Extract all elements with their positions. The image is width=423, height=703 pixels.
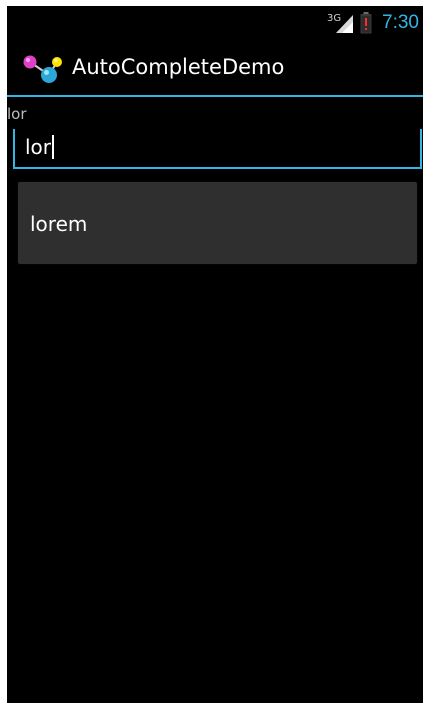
suggestion-item-label: lorem bbox=[30, 212, 88, 236]
input-value-text: lor bbox=[25, 135, 52, 159]
status-icons: 3G 7:30 bbox=[326, 6, 419, 39]
device-screen: 3G 7:30 AutoCompleteDemo lor lor lorem bbox=[7, 6, 423, 703]
status-bar: 3G 7:30 bbox=[7, 6, 423, 39]
battery-low-icon bbox=[360, 11, 372, 34]
autocomplete-input[interactable]: lor bbox=[13, 129, 422, 169]
action-bar: AutoCompleteDemo bbox=[7, 39, 423, 97]
suggestion-dropdown: lorem bbox=[18, 182, 417, 264]
signal-icon: 3G bbox=[326, 12, 354, 34]
app-title: AutoCompleteDemo bbox=[72, 55, 285, 79]
app-molecule-icon[interactable] bbox=[21, 53, 65, 85]
status-clock: 7:30 bbox=[382, 11, 419, 33]
autocomplete-input-value[interactable]: lor bbox=[25, 134, 55, 160]
main-content: lor lor lorem bbox=[7, 97, 423, 703]
suggestion-item[interactable]: lorem bbox=[18, 182, 417, 264]
echo-text-label: lor bbox=[7, 105, 27, 123]
text-cursor bbox=[52, 135, 55, 159]
